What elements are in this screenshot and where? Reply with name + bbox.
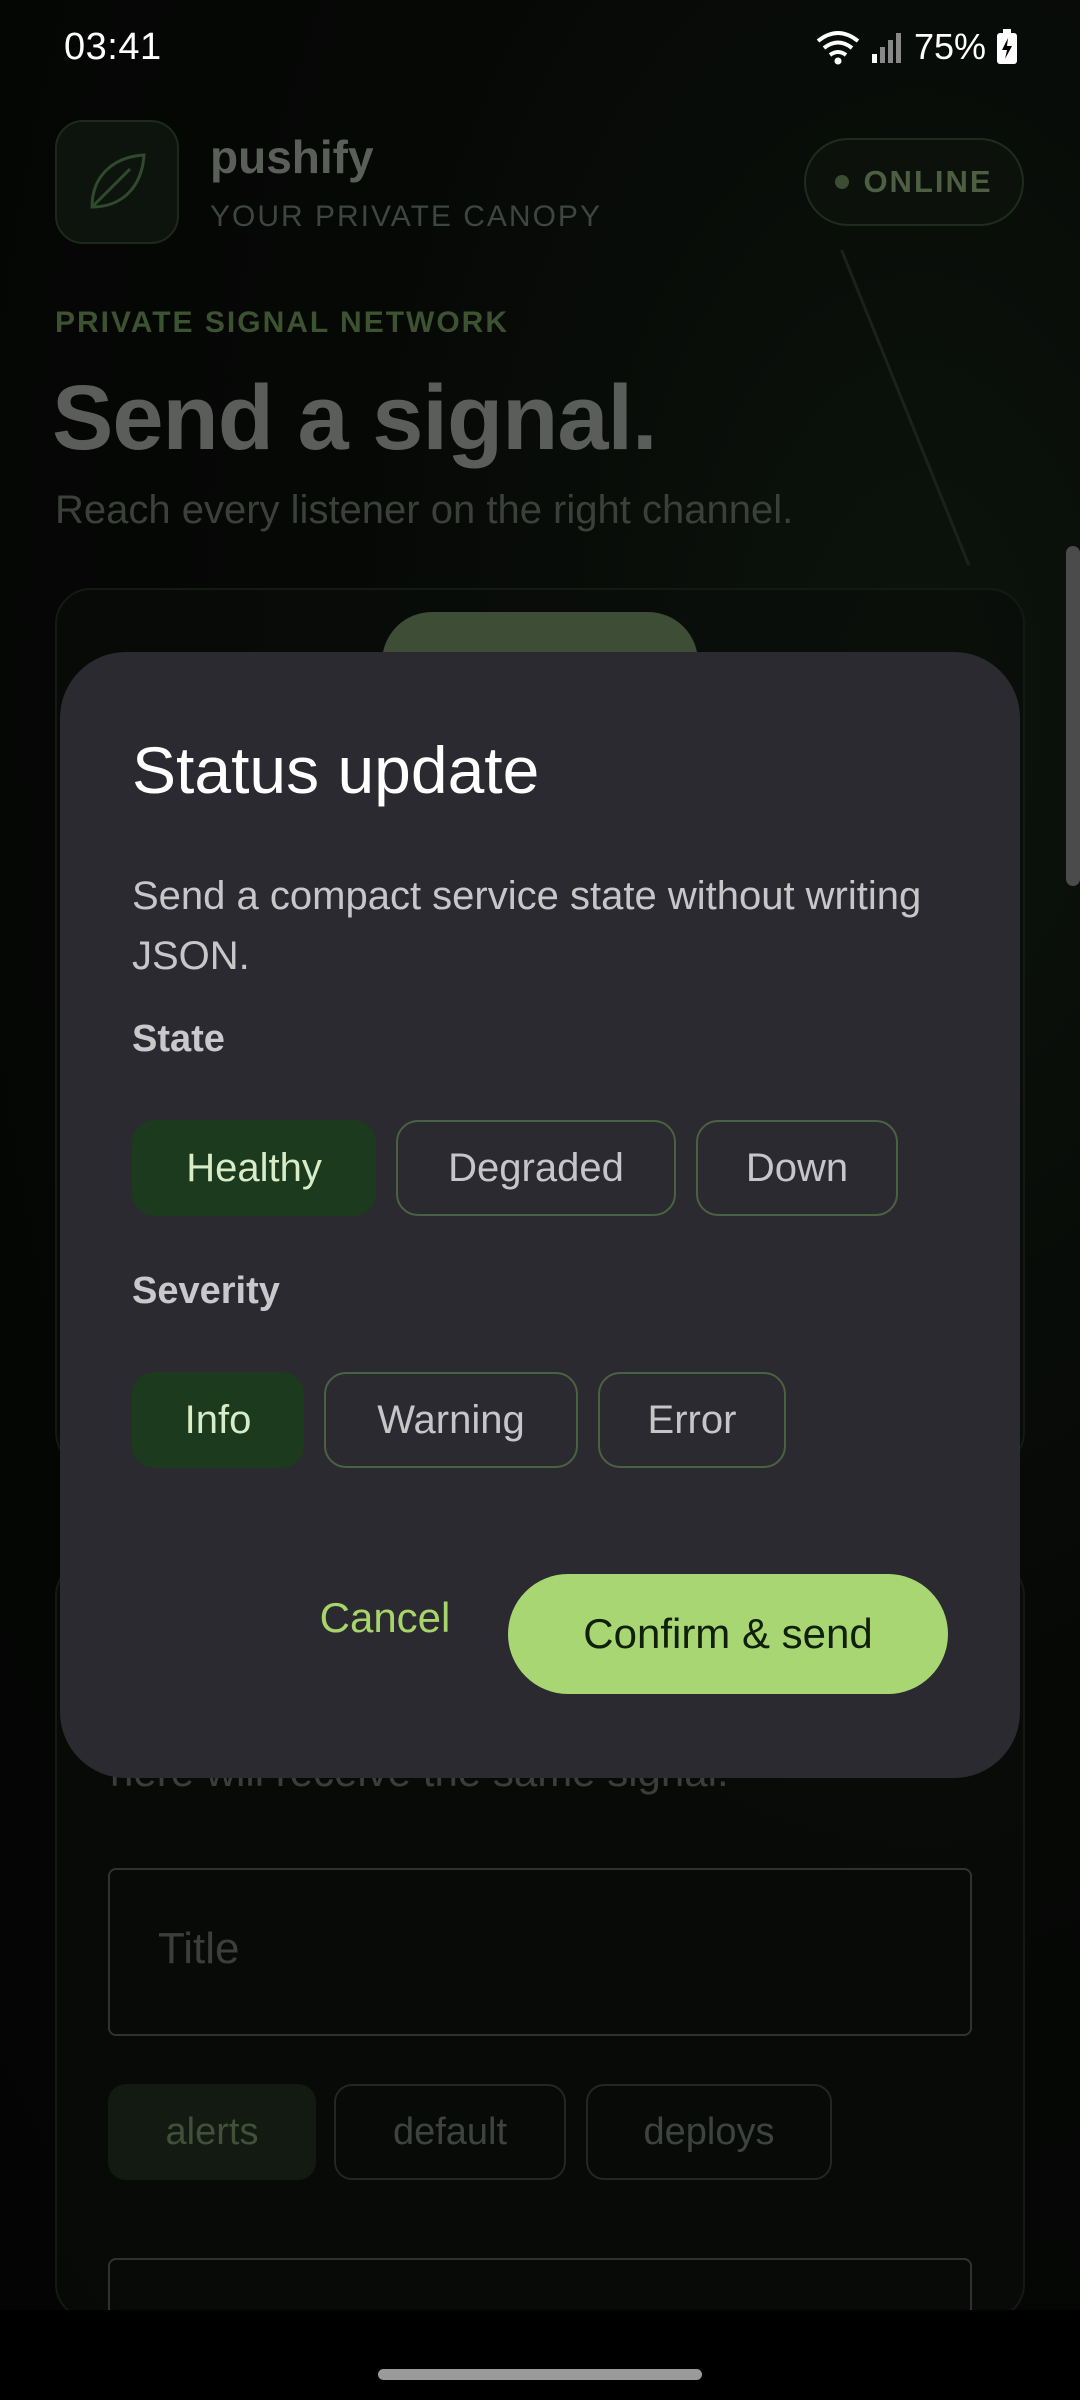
status-update-dialog: Status update Send a compact service sta… <box>60 652 1020 1778</box>
severity-chip-error[interactable]: Error <box>598 1372 786 1468</box>
severity-chip-warning[interactable]: Warning <box>324 1372 578 1468</box>
online-status-label: ONLINE <box>863 164 993 199</box>
app-tagline: YOUR PRIVATE CANOPY <box>210 200 602 233</box>
scrollbar[interactable] <box>1066 546 1080 886</box>
page-title: Send a signal. <box>52 367 658 469</box>
status-dot-icon <box>835 175 850 189</box>
page-subtitle: Reach every listener on the right channe… <box>55 488 794 532</box>
channel-chip-deploys[interactable]: deploys <box>586 2084 832 2180</box>
state-chip-healthy[interactable]: Healthy <box>132 1120 376 1216</box>
confirm-send-button[interactable]: Confirm & send <box>508 1574 948 1694</box>
severity-chip-info[interactable]: Info <box>132 1372 304 1468</box>
state-chip-down[interactable]: Down <box>696 1120 898 1216</box>
status-icons: 75% <box>816 26 1018 68</box>
state-chip-degraded[interactable]: Degraded <box>396 1120 676 1216</box>
online-status-badge[interactable]: ONLINE <box>804 138 1024 226</box>
leaf-icon <box>90 153 146 209</box>
severity-label: Severity <box>132 1270 280 1312</box>
signal-icon <box>871 33 901 63</box>
home-gesture-handle[interactable] <box>378 2369 702 2380</box>
title-placeholder: Title <box>158 1924 240 1973</box>
app-logo <box>55 120 179 244</box>
battery-charging-icon <box>997 29 1017 64</box>
battery-percent: 75% <box>913 26 986 67</box>
cancel-button[interactable]: Cancel <box>280 1570 490 1666</box>
status-time: 03:41 <box>64 26 162 68</box>
title-input[interactable]: Title <box>108 1868 972 2036</box>
section-eyebrow: PRIVATE SIGNAL NETWORK <box>55 306 510 339</box>
dialog-title: Status update <box>132 733 540 807</box>
decorative-line <box>840 249 971 566</box>
wifi-icon <box>816 31 860 65</box>
system-nav-bar <box>0 2310 1080 2400</box>
channel-chip-default[interactable]: default <box>334 2084 566 2180</box>
channel-chip-alerts[interactable]: alerts <box>108 2084 316 2180</box>
dialog-description: Send a compact service state without wri… <box>132 874 922 978</box>
status-bar: 03:41 75% <box>0 0 1080 96</box>
state-label: State <box>132 1018 225 1060</box>
message-input[interactable] <box>108 2258 972 2310</box>
app-name: pushify <box>210 131 374 183</box>
